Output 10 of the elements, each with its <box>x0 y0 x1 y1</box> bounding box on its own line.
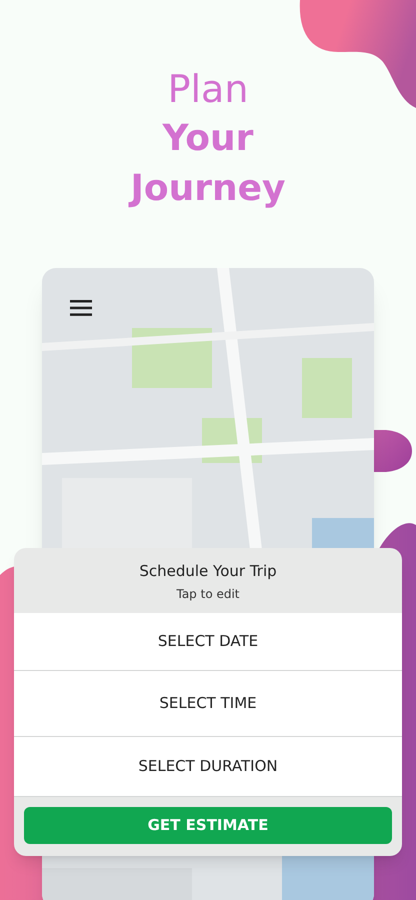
headline-text: Plan <box>168 66 248 113</box>
select-option-button[interactable]: SELECT TIME <box>14 670 402 736</box>
card-subtitle: Tap to edit <box>176 586 240 602</box>
decorative-blob <box>374 430 412 472</box>
select-option-button[interactable]: SELECT DATE <box>14 612 402 670</box>
select-option-button[interactable]: SELECT DURATION <box>14 736 402 796</box>
headline-text: Journey <box>130 167 286 211</box>
headline-text: Your <box>162 117 254 161</box>
menu-icon[interactable] <box>70 300 92 316</box>
card-title: Schedule Your Trip <box>139 561 277 582</box>
